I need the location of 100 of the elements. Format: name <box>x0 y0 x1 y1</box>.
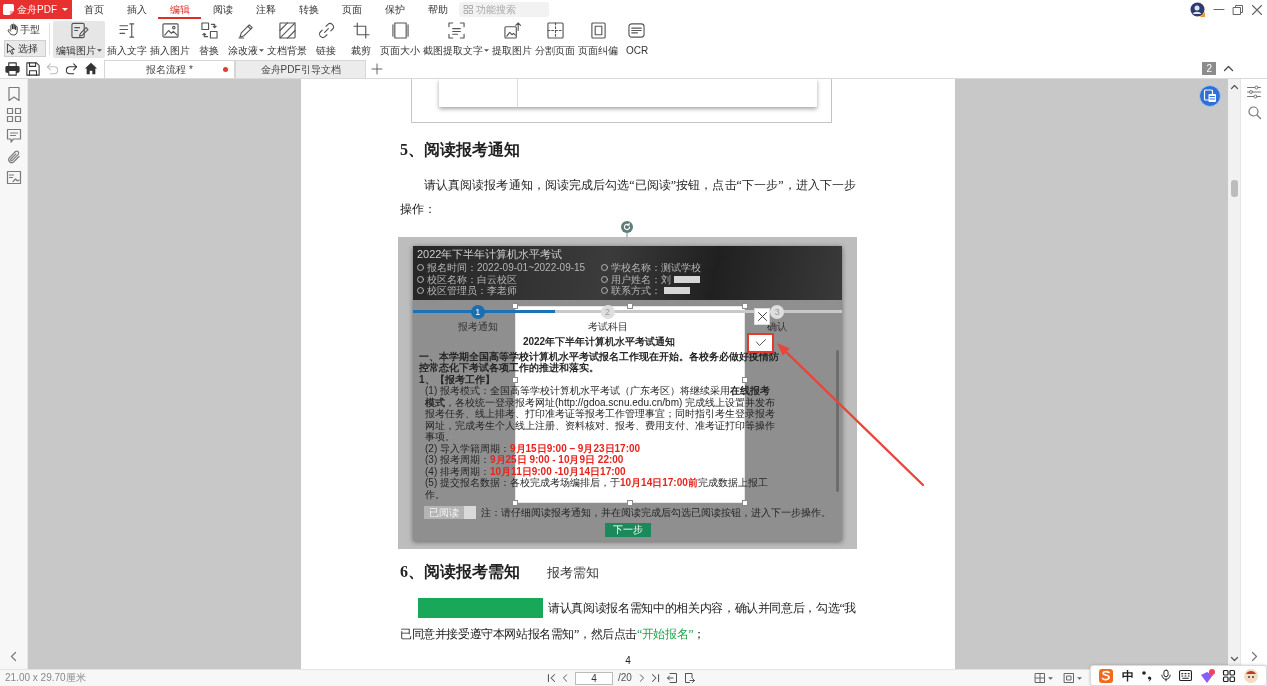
tool-button[interactable]: 插入图片 <box>149 20 191 58</box>
tool-button[interactable]: 提取图片 <box>491 20 533 58</box>
search-field[interactable]: 功能搜索 <box>459 2 549 17</box>
close-icon[interactable] <box>1252 4 1262 15</box>
tool-button[interactable]: 截图提取文字 <box>422 20 490 58</box>
rotate-handle[interactable] <box>621 221 633 237</box>
comment-icon[interactable] <box>6 129 21 143</box>
page-number: 4 <box>625 655 631 668</box>
notice-line: (5) 提交报名数据：各校完成考场编排后，于10月14日17:00前完成数据上报工作。 <box>424 477 769 500</box>
tool-button[interactable]: 替换 <box>192 20 226 58</box>
menu-tab[interactable]: 页面 <box>330 0 373 19</box>
grid-icon <box>464 5 473 14</box>
gem-icon[interactable] <box>1200 668 1215 683</box>
menu-tab[interactable]: 首页 <box>72 0 115 19</box>
document-tab[interactable]: 报名流程 * <box>104 60 235 78</box>
search-icon[interactable] <box>1247 106 1261 119</box>
page-back-icon[interactable] <box>666 673 677 683</box>
redo-icon[interactable] <box>65 62 78 75</box>
image-icon <box>161 22 179 39</box>
caret-icon <box>1048 676 1053 680</box>
menu-tab[interactable]: 阅读 <box>201 0 244 19</box>
redaction-block <box>674 275 700 283</box>
notice-line: (4) 排考周期：10月11日9:00 -10月14日17:00 <box>424 465 627 477</box>
home-icon[interactable] <box>84 62 98 75</box>
bookmark-icon[interactable] <box>7 87 20 101</box>
close-icon <box>757 311 767 321</box>
menu-tab[interactable]: 转换 <box>287 0 330 19</box>
tool-button[interactable]: 插入文字 <box>106 20 148 58</box>
attachment-icon[interactable] <box>6 150 21 164</box>
banner-title: 2022年下半年计算机水平考试 <box>417 248 564 261</box>
menu-tab[interactable]: 帮助 <box>416 0 459 19</box>
thumbnails-icon[interactable] <box>6 108 21 122</box>
chevron-right-icon[interactable] <box>1251 652 1257 661</box>
page-input[interactable]: 4 <box>575 671 613 685</box>
input-mode-button[interactable]: 中 <box>1121 668 1134 683</box>
sliders-icon[interactable] <box>1247 86 1261 98</box>
page-indicator: 2 <box>1202 62 1216 75</box>
avatar-icon[interactable] <box>1243 668 1258 683</box>
tool-button[interactable]: OCR <box>620 20 654 58</box>
pen-icon <box>237 22 255 39</box>
info-text: 校区名称：白云校区 <box>427 273 517 285</box>
chevron-up-icon[interactable] <box>1230 85 1238 89</box>
avatar-icon[interactable] <box>1190 2 1205 17</box>
info-text: 报名时间：2022-09-01~2022-09-15 <box>427 262 586 274</box>
punctuation-icon[interactable] <box>1142 670 1153 681</box>
tool-button[interactable]: 编辑图片 <box>53 20 105 58</box>
tool-button[interactable]: 分割页面 <box>534 20 576 58</box>
info-text: 用户姓名：刘 <box>611 273 671 285</box>
section-heading: 6、阅读报考需知 <box>400 563 520 581</box>
plus-icon[interactable] <box>372 64 382 74</box>
chevron-left-icon[interactable] <box>11 652 16 661</box>
caret-icon <box>62 8 68 11</box>
tool-button[interactable]: 裁剪 <box>344 20 378 58</box>
picture-icon[interactable] <box>6 171 21 184</box>
notice-line: 1、【报考工作】 <box>419 373 496 385</box>
menu-tab[interactable]: 注释 <box>244 0 287 19</box>
print-icon[interactable] <box>5 61 20 76</box>
menu-tab[interactable]: 编辑 <box>158 0 201 19</box>
link-icon <box>317 22 335 39</box>
next-page-icon[interactable] <box>639 674 644 682</box>
microphone-icon[interactable] <box>1160 669 1171 682</box>
tool-button[interactable]: 链接 <box>309 20 343 58</box>
keyboard-icon[interactable] <box>1179 670 1193 681</box>
previous-page-icon[interactable] <box>563 674 567 682</box>
info-text: 联系方式： <box>611 285 661 297</box>
save-icon[interactable] <box>26 61 40 76</box>
tool-button[interactable]: 页面纠偏 <box>577 20 619 58</box>
document-tab[interactable]: 金舟PDF引导文档 <box>235 60 366 78</box>
next-button[interactable]: 下一步 <box>604 523 651 537</box>
first-page-icon[interactable] <box>548 674 555 682</box>
body-paragraph: 请认真阅读报名需知中的相关内容，确认并同意后，勾选“我已同意并接受遵守本网站报名需知”，然后点击“开始报名”； <box>400 600 856 643</box>
logo-icon[interactable] <box>1099 668 1114 683</box>
heading-note: 报考需知 <box>547 564 599 582</box>
mode-button[interactable]: 手型 <box>4 21 46 38</box>
tool-button[interactable]: 涂改液 <box>227 20 265 58</box>
menu-tab[interactable]: 保护 <box>373 0 416 19</box>
background-icon <box>278 22 296 39</box>
last-page-icon[interactable] <box>651 674 659 682</box>
app-menu-button[interactable]: 金舟PDF <box>0 0 72 19</box>
mode-button[interactable]: 选择 <box>4 40 46 57</box>
confirm-button[interactable] <box>747 332 774 353</box>
page-forward-icon[interactable] <box>684 673 695 683</box>
page-size-icon <box>391 22 409 39</box>
menu-tab[interactable]: 插入 <box>115 0 158 19</box>
tool-button[interactable]: 页面大小 <box>379 20 421 58</box>
replace-icon <box>200 22 218 39</box>
apps-icon[interactable] <box>1223 669 1236 682</box>
restore-icon[interactable] <box>1233 4 1243 15</box>
redaction-block <box>664 287 690 295</box>
chevron-up-icon[interactable] <box>1224 66 1233 71</box>
chevron-down-icon[interactable] <box>1230 657 1238 661</box>
section-heading: 5、阅读报考通知 <box>400 141 520 159</box>
convert-icon[interactable] <box>1199 85 1221 107</box>
page-size-label: 21.00 x 29.70厘米 <box>4 672 86 684</box>
fit-page-icon[interactable] <box>1064 673 1074 683</box>
hand-icon <box>7 23 18 36</box>
scrollbar-thumb[interactable] <box>1230 180 1238 197</box>
info-text: 校区管理员：李老师 <box>427 285 517 297</box>
layout-icon[interactable] <box>1035 673 1045 683</box>
tool-button[interactable]: 文档背景 <box>266 20 308 58</box>
